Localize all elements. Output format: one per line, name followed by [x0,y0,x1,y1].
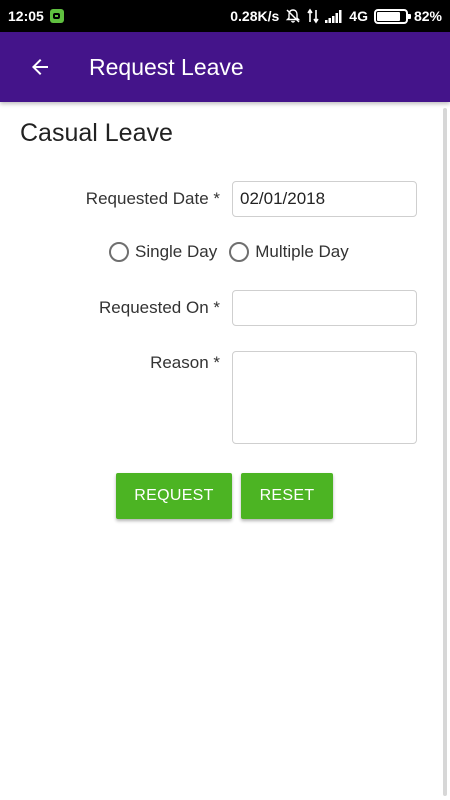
requested-date-input[interactable] [232,181,417,217]
requested-on-input[interactable] [232,290,417,326]
reason-label: Reason * [150,353,220,372]
back-button[interactable] [12,39,68,95]
radio-button[interactable] [229,242,250,262]
requested-on-label: Requested On * [99,298,220,317]
status-time: 12:05 [8,8,44,24]
mute-icon [285,8,301,24]
radio-button[interactable] [109,242,129,262]
arrow-left-icon [32,59,48,75]
network-speed: 0.28K/s [230,8,280,24]
battery-percent: 82% [413,8,442,24]
notification-app-icon [49,9,64,23]
radio-label-single-day: Single Day [135,242,218,261]
page-title: Request Leave [89,53,244,80]
network-type: 4G [349,8,368,24]
battery-level-fill [376,11,400,21]
section-title: Casual Leave [20,119,173,147]
scrollbar[interactable] [443,108,447,796]
radio-multiple-day[interactable]: Multiple Day [229,242,349,262]
radio-single-day[interactable]: Single Day [109,242,217,262]
day-type-radio-group: Single Day Multiple Day [109,242,361,262]
battery-icon [373,8,411,24]
signal-icon [325,9,343,23]
status-bar-left: 12:05 [8,8,64,24]
app-bar: Request Leave [0,32,450,102]
reason-textarea[interactable] [232,351,417,444]
status-bar-right: 0.28K/s 4G 82% [230,8,442,24]
leave-request-form: Casual Leave Requested Date * Single Day… [0,102,450,800]
radio-label-multiple-day: Multiple Day [255,242,349,261]
reset-button[interactable]: RESET [241,473,333,519]
requested-date-label: Requested Date * [85,189,220,208]
request-button[interactable]: REQUEST [116,473,232,519]
status-bar: 12:05 0.28K/s 4G 82% [0,0,450,32]
data-transfer-icon [307,8,319,24]
